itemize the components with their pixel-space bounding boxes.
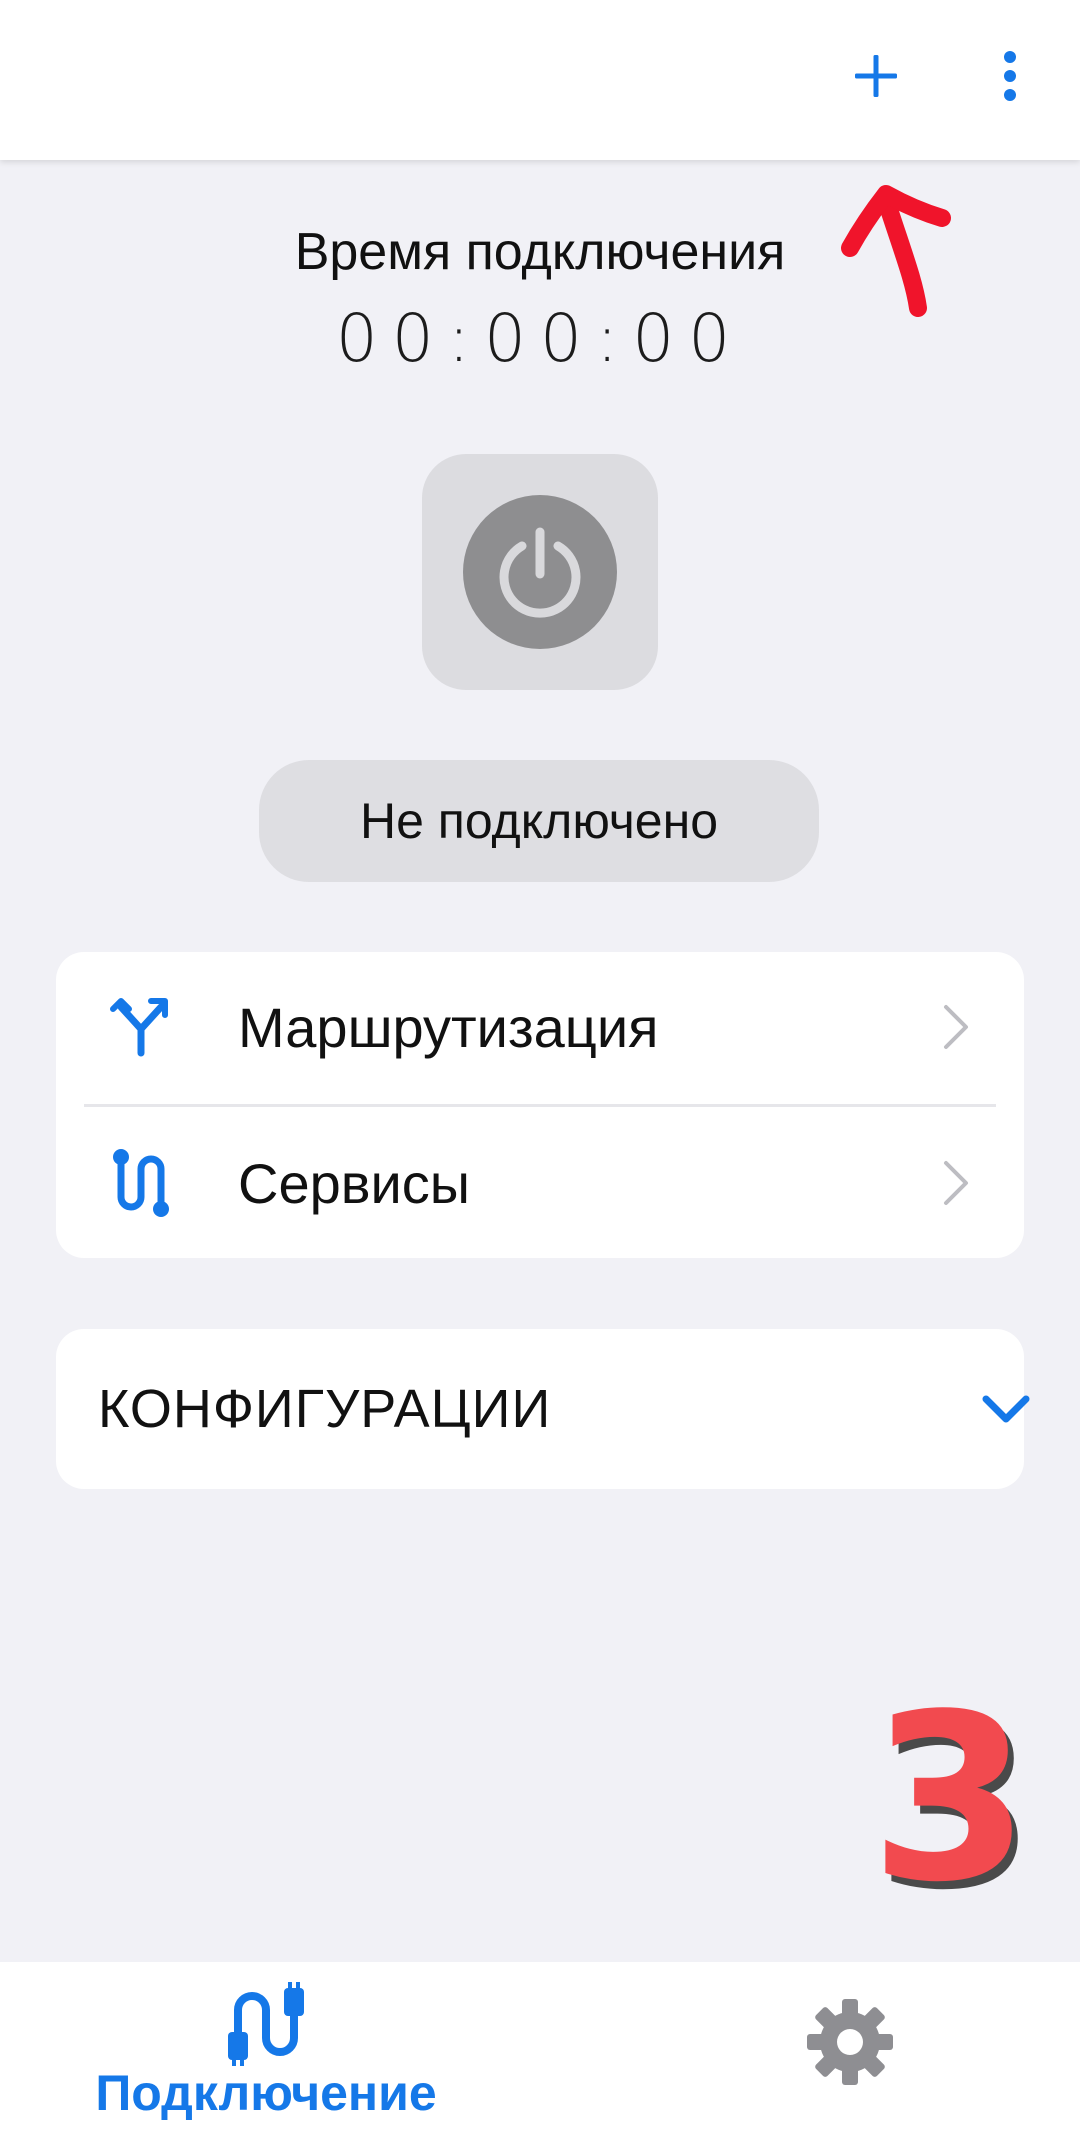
add-button[interactable] [838,38,914,114]
chevron-right-icon [936,1153,976,1213]
menu-item-routing-label: Маршрутизация [238,995,659,1059]
menu-divider [84,1104,996,1107]
more-options-button[interactable] [972,38,1048,114]
configurations-label: КОНФИГУРАЦИИ [98,1379,552,1439]
connection-status-badge: Не подключено [259,760,819,882]
more-vert-icon [1004,51,1016,101]
power-button[interactable] [422,454,658,690]
connection-time-label: Время подключения [294,223,786,281]
chevron-down-icon [982,1395,1030,1423]
connection-time-value: 00:00:00 [335,300,745,377]
power-icon [499,527,581,618]
app-screen: Время подключения 00:00:00 Не подключено… [0,0,1080,2129]
menu-item-routing[interactable]: Маршрутизация [56,952,1024,1102]
nav-item-connection[interactable]: Подключение [76,1982,456,2122]
chevron-right-icon [936,997,976,1057]
power-button-circle [463,495,617,649]
plus-icon [855,55,897,97]
top-app-bar [0,0,1080,160]
bottom-navigation: Подключение [0,1962,1080,2129]
nav-item-connection-label: Подключение [95,2065,437,2121]
step-annotation-number: 3 [870,1666,1031,1933]
routing-icon [106,992,176,1062]
menu-item-services-label: Сервисы [238,1151,471,1215]
connection-icon [228,1982,304,2066]
configurations-dropdown[interactable]: КОНФИГУРАЦИИ [56,1329,1030,1489]
menu-card: Маршрутизация Сервисы [56,952,1024,1258]
services-icon [106,1148,176,1218]
nav-item-settings[interactable] [800,1992,900,2092]
gear-icon [807,1999,893,2085]
menu-item-services[interactable]: Сервисы [56,1108,1024,1258]
